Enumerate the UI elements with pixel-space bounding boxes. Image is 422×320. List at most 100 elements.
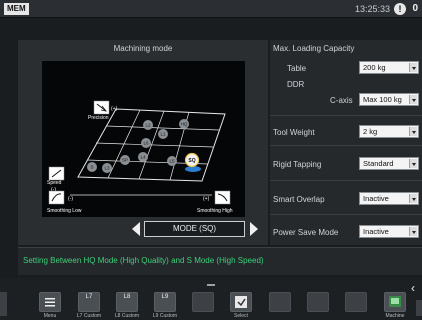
guidance-message: Setting Between HQ Mode (High Quality) a… (23, 256, 264, 265)
mode-point-l6[interactable]: L6 (141, 138, 151, 148)
select-softkey-label: Select (234, 313, 248, 319)
machine-softkey[interactable] (384, 292, 406, 312)
smart-overlap-value: Inactive (363, 194, 389, 203)
ddr-label: DDR (287, 80, 305, 89)
max-loading-capacity-title: Max. Loading Capacity (273, 44, 355, 53)
table-capacity-select[interactable]: 200 kg (359, 61, 419, 74)
svg-text:SQ: SQ (188, 158, 195, 164)
mode-point-sp[interactable]: SP (120, 155, 130, 165)
smoothing-low-sign: (-) (68, 196, 73, 202)
rigid-tapping-label: Rigid Tapping (273, 160, 322, 169)
l8-custom-softkey[interactable]: L8 (116, 292, 138, 312)
precision-sign: (+) (111, 106, 118, 112)
machine-icon (389, 296, 401, 307)
settings-panel: Max. Loading Capacity Table 200 kg DDR C… (270, 40, 422, 245)
caxis-label: C-axis (330, 96, 353, 105)
svg-text:L5: L5 (169, 159, 175, 164)
svg-text:HQ: HQ (181, 122, 188, 127)
next-mode-arrow-icon[interactable] (250, 222, 258, 236)
mode-point-s[interactable]: S (87, 162, 97, 172)
softkey-scroll-right[interactable] (416, 300, 422, 316)
svg-text:L1: L1 (160, 132, 166, 137)
operation-mode-badge: MEM (4, 3, 29, 15)
caxis-capacity-value: Max 100 kg (363, 95, 402, 104)
menu-softkey-label: Menu (43, 313, 57, 319)
svg-text:SP: SP (122, 158, 128, 163)
l7-custom-softkey[interactable]: L7 (78, 292, 100, 312)
chevron-down-icon (409, 194, 417, 203)
svg-text:L2: L2 (145, 123, 151, 128)
power-save-select[interactable]: Inactive (359, 225, 419, 238)
table-capacity-value: 200 kg (363, 63, 386, 72)
mode-selector[interactable]: MODE (SQ) (144, 221, 245, 237)
chevron-down-icon (409, 63, 417, 72)
chevron-down-icon (409, 95, 417, 104)
mode-point-l2[interactable]: L2 (143, 120, 153, 130)
precision-label: Precision (88, 115, 109, 121)
empty-softkey[interactable] (269, 292, 291, 312)
l9-custom-softkey[interactable]: L9 (154, 292, 176, 312)
alarm-count: 0 (412, 3, 418, 14)
panel-title: Machining mode (113, 44, 173, 53)
power-save-label: Power Save Mode (273, 228, 339, 237)
rigid-tapping-select[interactable]: Standard (359, 157, 419, 170)
caxis-capacity-select[interactable]: Max 100 kg (359, 93, 419, 106)
l9-icon: L9 (161, 294, 169, 300)
guidance-message-bar: Setting Between HQ Mode (High Quality) a… (18, 247, 422, 275)
mode-point-l1[interactable]: L1 (158, 129, 168, 139)
divider (270, 180, 422, 181)
divider (270, 115, 422, 116)
select-icon (235, 296, 247, 308)
smart-overlap-label: Smart Overlap (273, 195, 325, 204)
empty-softkey[interactable] (307, 292, 329, 312)
alarm-icon[interactable]: ! (394, 3, 406, 15)
machining-mode-panel: Machining mode (+) Precision Speed (-) (… (18, 40, 268, 245)
machine-softkey-label: Machine (385, 313, 405, 319)
l9-custom-label: L9 Custom (152, 313, 178, 319)
mode-point-sq-selected[interactable]: SQ (184, 152, 201, 173)
svg-text:L4: L4 (140, 155, 146, 160)
empty-softkey[interactable] (192, 292, 214, 312)
rigid-tapping-value: Standard (363, 159, 394, 168)
smoothing-low-marker: (-) Smoothing Low (47, 190, 82, 214)
smoothing-low-label: Smoothing Low (47, 208, 82, 214)
svg-text:L3: L3 (104, 166, 110, 171)
chevron-down-icon (409, 227, 417, 236)
machining-mode-diagram[interactable]: (+) Precision Speed (-) (-) Smoothing Lo… (42, 61, 245, 217)
power-save-value: Inactive (363, 227, 389, 236)
svg-text:S: S (90, 165, 93, 170)
smoothing-high-sign: (+) (203, 196, 210, 202)
chevron-left-icon[interactable]: ‹ (411, 282, 421, 294)
smart-overlap-select[interactable]: Inactive (359, 192, 419, 205)
menu-softkey[interactable] (39, 292, 61, 312)
select-softkey[interactable] (230, 292, 252, 312)
svg-text:L6: L6 (143, 141, 149, 146)
tool-weight-value: 2 kg (363, 127, 378, 136)
empty-softkey[interactable] (345, 292, 367, 312)
tool-weight-select[interactable]: 2 kg (359, 125, 419, 138)
speed-marker: Speed (-) (47, 166, 65, 193)
mode-point-hq[interactable]: HQ (179, 119, 189, 129)
l8-custom-label: L8 Custom (114, 313, 140, 319)
previous-mode-arrow-icon[interactable] (132, 222, 140, 236)
table-label: Table (287, 64, 307, 73)
smoothing-high-marker: (+) Smoothing High (197, 190, 233, 214)
precision-marker: (+) Precision (88, 100, 118, 121)
menu-icon (45, 298, 55, 307)
chevron-down-icon (409, 159, 417, 168)
mode-point-l5[interactable]: L5 (167, 156, 177, 166)
divider (270, 214, 422, 215)
softkey-scroll-left[interactable] (0, 292, 7, 316)
divider (270, 145, 422, 146)
smoothing-high-label: Smoothing High (197, 208, 233, 214)
page-indicator (207, 284, 215, 286)
speed-label: Speed (47, 180, 62, 186)
status-bar: MEM 13:25:33 ! 0 (0, 0, 422, 18)
l7-custom-label: L7 Custom (76, 313, 102, 319)
l7-icon: L7 (85, 294, 93, 300)
clock: 13:25:33 (354, 4, 390, 14)
chevron-down-icon (409, 127, 417, 136)
tool-weight-label: Tool Weight (273, 128, 315, 137)
mode-point-l3[interactable]: L3 (102, 163, 112, 173)
mode-point-l4[interactable]: L4 (138, 152, 148, 162)
